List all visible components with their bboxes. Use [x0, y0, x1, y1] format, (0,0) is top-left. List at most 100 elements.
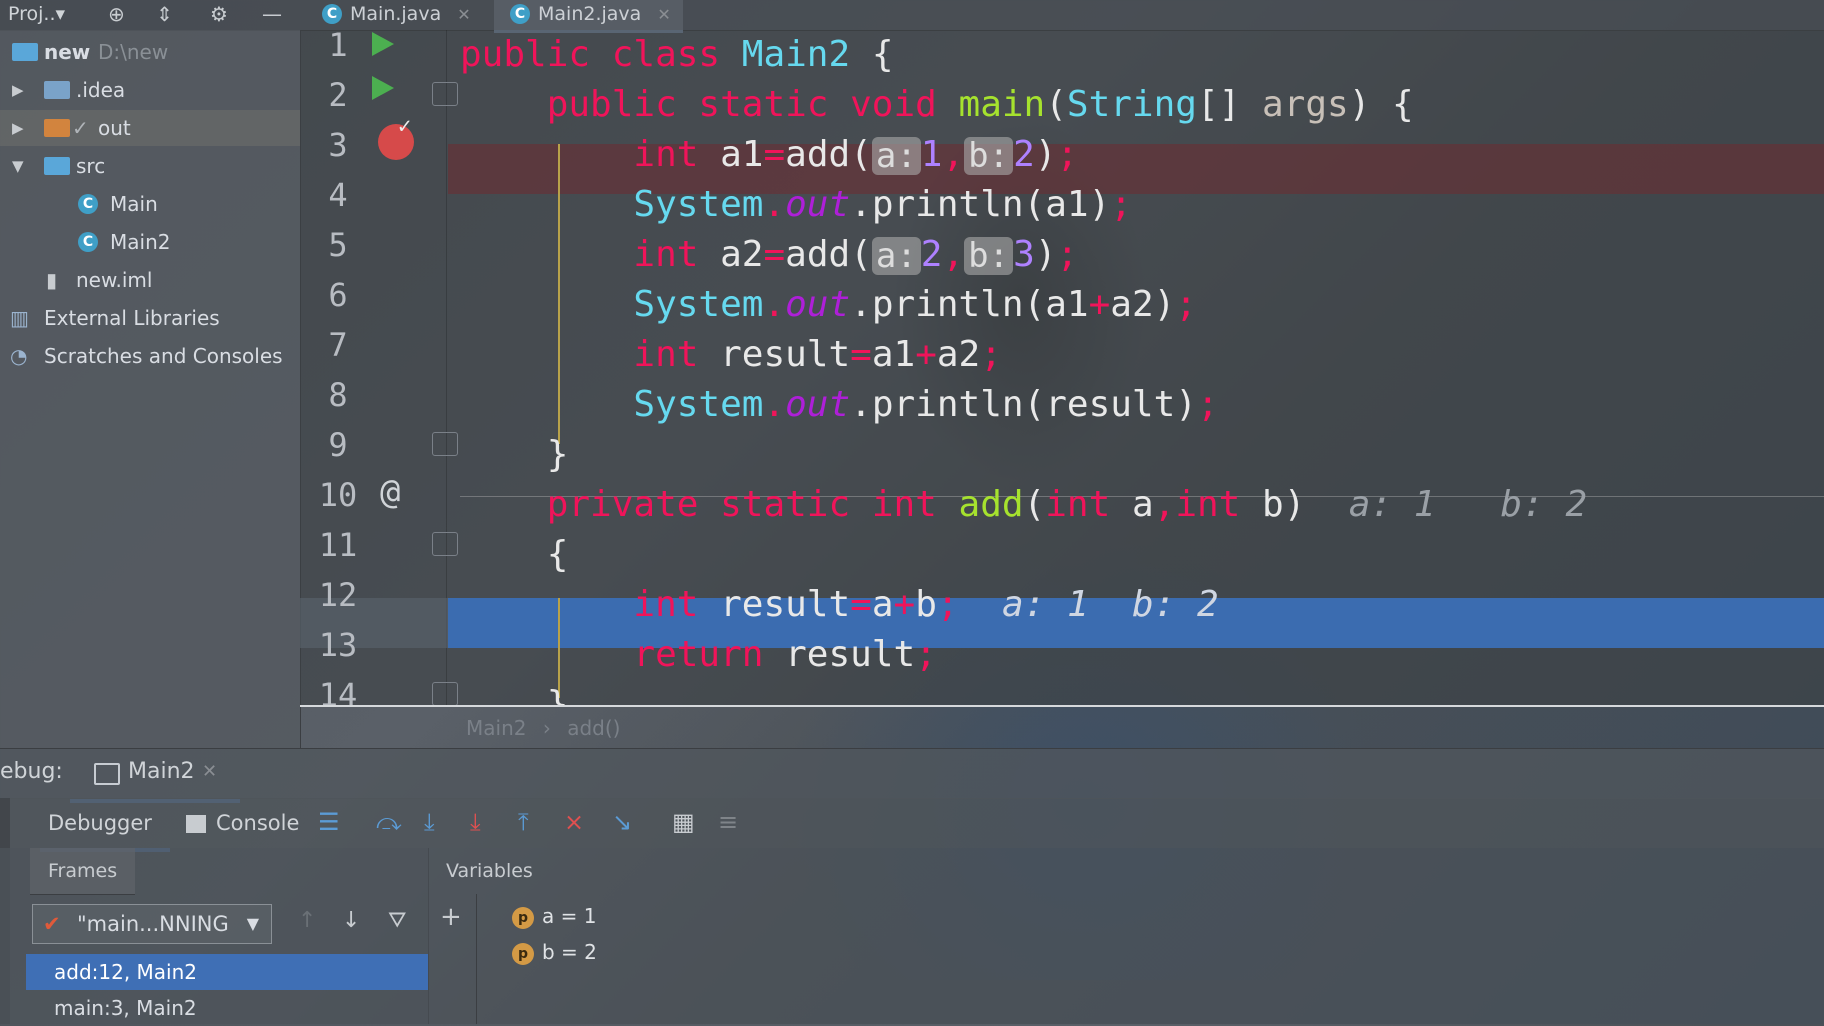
- run-to-cursor-icon[interactable]: ↘: [612, 808, 632, 836]
- close-icon[interactable]: ✕: [657, 5, 670, 24]
- drop-frame-icon[interactable]: ⨯: [564, 808, 584, 836]
- show-execution-point-icon[interactable]: ☰: [318, 808, 340, 836]
- inline-debug-values: a: 1 b: 2: [1348, 484, 1588, 525]
- tree-item-src[interactable]: ▼ src: [0, 148, 300, 184]
- java-class-icon: C: [78, 232, 98, 252]
- add-watch-icon[interactable]: +: [440, 902, 462, 932]
- tree-root-new[interactable]: new D:\new: [0, 34, 300, 70]
- variables-side-toolbar: +: [428, 894, 477, 1024]
- tab-console[interactable]: Console: [186, 798, 299, 848]
- line-number: 10: [318, 476, 358, 514]
- hide-icon[interactable]: —: [262, 2, 282, 26]
- project-view-selector[interactable]: Proj..▾: [8, 3, 65, 25]
- code-line-10: private static int add(int a,int b) a: 1…: [546, 484, 1588, 525]
- code-line-8: System.out.println(result);: [633, 384, 1219, 425]
- step-out-icon[interactable]: ⤒: [518, 808, 529, 836]
- override-at-icon: @: [380, 472, 401, 512]
- tree-item-new-iml[interactable]: ▮ new.iml: [0, 262, 300, 298]
- fold-icon[interactable]: [432, 82, 458, 106]
- project-tree: new D:\new ▶ .idea ▶ ✓ out ▼ src C Main …: [0, 30, 301, 748]
- code-line-14: }: [546, 684, 569, 706]
- chevron-right-icon[interactable]: ▶: [12, 72, 24, 108]
- arrow-down-icon[interactable]: ↓: [342, 908, 360, 933]
- close-icon[interactable]: ✕: [202, 761, 217, 782]
- chevron-down-icon[interactable]: ▼: [12, 148, 24, 184]
- tree-item-label: new.iml: [76, 268, 153, 292]
- gear-icon[interactable]: ⚙: [210, 2, 228, 26]
- chevron-down-icon: ▼: [246, 914, 259, 933]
- variable-row[interactable]: p a = 1: [512, 904, 596, 929]
- check-icon: ✔: [43, 912, 61, 936]
- frame-row[interactable]: main:3, Main2: [26, 990, 428, 1026]
- breadcrumb-item[interactable]: Main2: [466, 716, 526, 740]
- frame-row[interactable]: add:12, Main2: [26, 954, 428, 990]
- console-icon: [186, 815, 206, 833]
- trace-icon[interactable]: ≡: [718, 808, 738, 836]
- code-line-6: System.out.println(a1+a2);: [633, 284, 1197, 325]
- variable-value: b = 2: [542, 940, 597, 964]
- tab-debugger[interactable]: Debugger: [40, 798, 170, 852]
- arrow-up-icon[interactable]: ↑: [298, 908, 316, 933]
- line-number: 14: [318, 676, 358, 706]
- tree-item-external-libraries[interactable]: ▥ External Libraries: [0, 300, 300, 336]
- tab-label: Main.java: [350, 3, 442, 25]
- run-class-icon[interactable]: [372, 32, 394, 56]
- tab-label: Main2.java: [538, 3, 642, 25]
- code-line-1: public class Main2 {: [460, 34, 894, 75]
- evaluate-expression-icon[interactable]: ▦: [672, 808, 695, 836]
- java-class-icon: C: [510, 4, 530, 24]
- fold-icon[interactable]: [432, 432, 458, 456]
- tree-item-scratches[interactable]: ◔ Scratches and Consoles: [0, 338, 300, 374]
- breadcrumb-item[interactable]: add(): [567, 716, 620, 740]
- debug-session-tab[interactable]: Main2 ✕: [70, 749, 240, 803]
- tree-item-main2[interactable]: C Main2: [0, 224, 300, 260]
- thread-label: "main...NNING: [77, 912, 229, 936]
- code-line-12: int result=a+b; a: 1 b: 2: [633, 584, 1219, 625]
- excluded-folder-icon: [44, 119, 70, 137]
- java-class-icon: C: [322, 4, 342, 24]
- tab-main-java[interactable]: C Main.java ✕: [306, 0, 483, 30]
- chevron-right-icon[interactable]: ▶: [12, 110, 24, 146]
- line-number: 1: [328, 30, 348, 64]
- editor-bottom-border: [300, 705, 1824, 707]
- step-over-icon[interactable]: ⤼: [376, 808, 402, 836]
- line-number: 6: [328, 276, 348, 314]
- parameter-icon: p: [512, 942, 534, 965]
- session-tab-label: Main2: [128, 759, 195, 784]
- tree-item-idea[interactable]: ▶ .idea: [0, 72, 300, 108]
- tree-item-out[interactable]: ▶ ✓ out: [0, 110, 300, 146]
- variables-tab[interactable]: Variables: [428, 848, 551, 894]
- locate-icon[interactable]: ⊕: [108, 2, 125, 26]
- line-number: 11: [318, 526, 358, 564]
- line-number: 12: [318, 576, 358, 614]
- scratches-icon: ◔: [10, 344, 28, 368]
- run-main-icon[interactable]: [372, 76, 394, 100]
- thread-selector[interactable]: ✔ "main...NNING ▼: [32, 904, 272, 944]
- step-into-icon[interactable]: ⤓: [424, 808, 435, 836]
- fold-icon[interactable]: [432, 532, 458, 556]
- force-step-into-icon[interactable]: ⤓: [470, 808, 481, 836]
- code-line-2: public static void main(String[] args) {: [546, 84, 1414, 125]
- module-folder-icon: [12, 43, 38, 61]
- line-number: 7: [328, 326, 348, 364]
- frames-tab[interactable]: Frames: [30, 848, 136, 895]
- tree-item-label: Main2: [110, 230, 171, 254]
- filter-icon[interactable]: ⛛: [388, 908, 406, 933]
- parameter-icon: p: [512, 906, 534, 929]
- line-number: 13: [318, 626, 358, 664]
- close-icon[interactable]: ✕: [457, 5, 470, 24]
- line-number: 9: [328, 426, 348, 464]
- line-number: 2: [328, 76, 348, 114]
- collapse-icon[interactable]: ⇕: [156, 2, 173, 26]
- breadcrumb: Main2 › add(): [466, 716, 620, 740]
- tree-root-path: D:\new: [98, 40, 169, 64]
- code-line-7: int result=a1+a2;: [633, 334, 1002, 375]
- fold-icon[interactable]: [432, 682, 458, 706]
- source-folder-icon: [44, 157, 70, 175]
- code-line-3: int a1=add(a: 1, b: 2);: [633, 134, 1079, 176]
- tab-main2-java[interactable]: C Main2.java ✕: [494, 0, 683, 33]
- code-editor[interactable]: 1 2 3 4 5 6 7 8 9 10 11 12 13 14 ✓ @ pub…: [300, 30, 1824, 706]
- variable-row[interactable]: p b = 2: [512, 940, 597, 965]
- code-line-11: {: [546, 534, 569, 575]
- tree-item-main[interactable]: C Main: [0, 186, 300, 222]
